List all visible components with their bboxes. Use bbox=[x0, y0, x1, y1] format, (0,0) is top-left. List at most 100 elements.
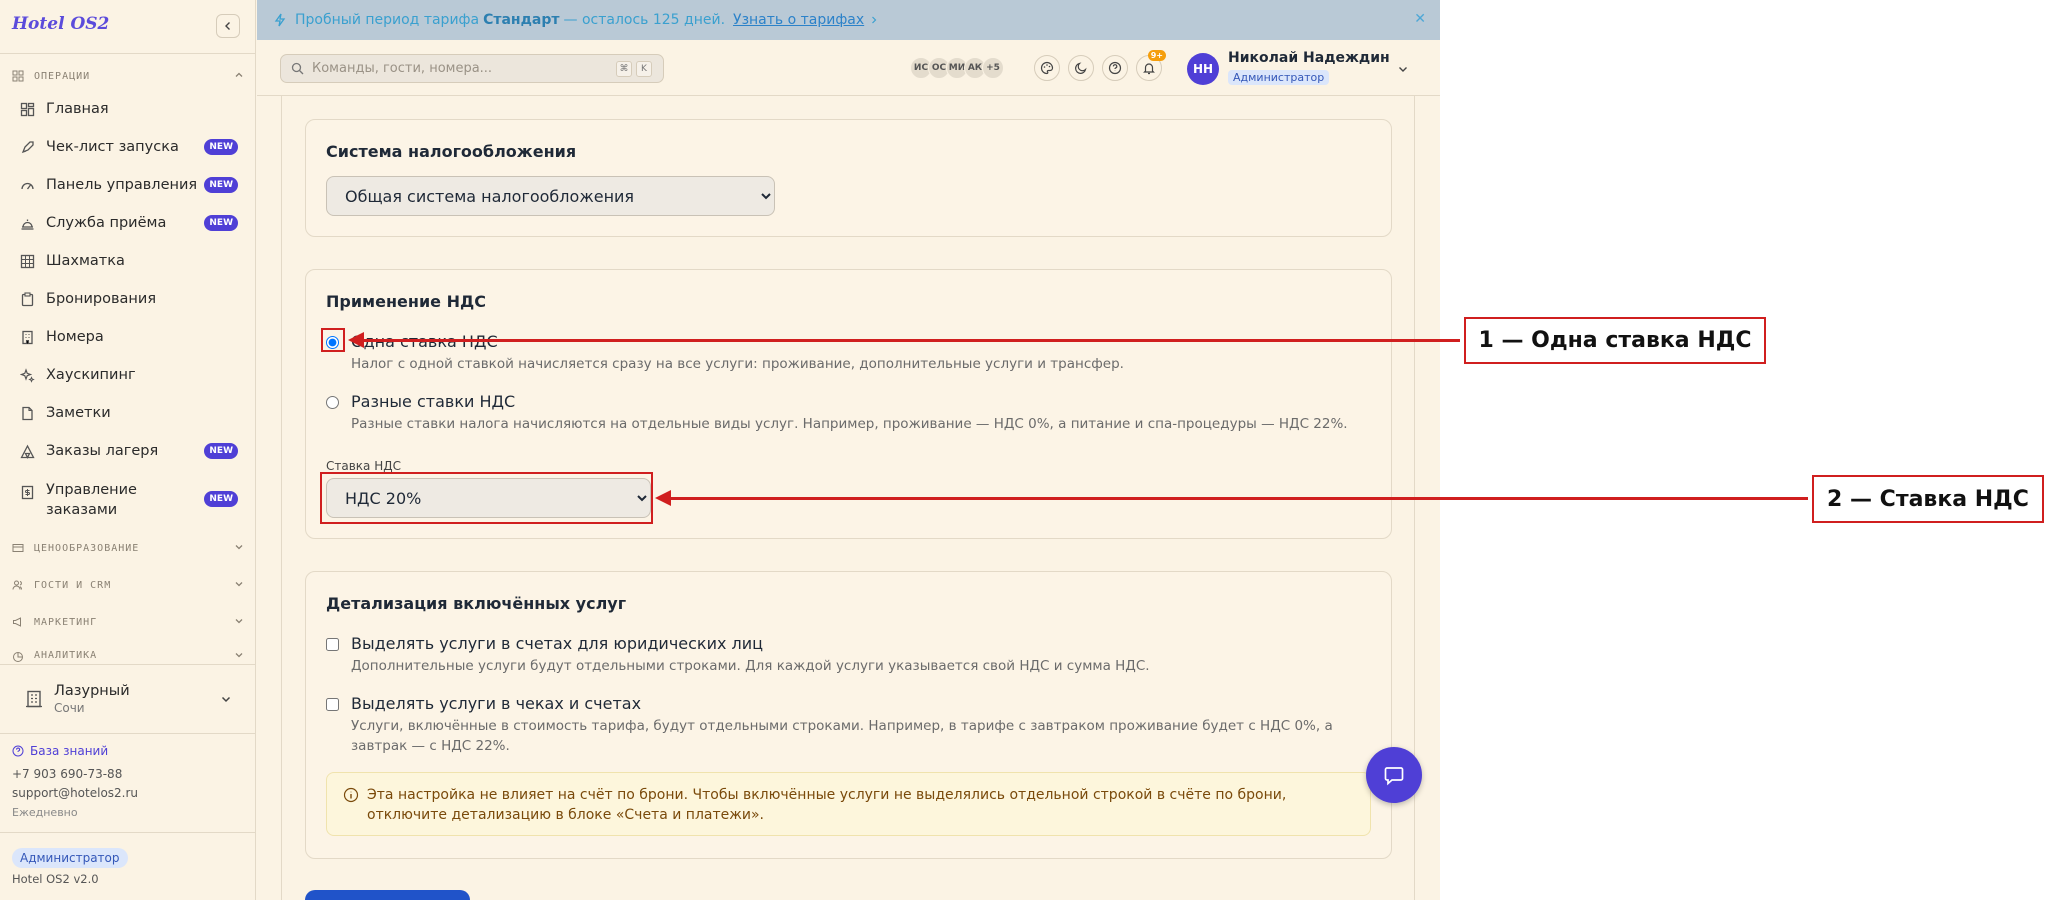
help-circle-icon bbox=[12, 745, 24, 757]
online-users[interactable]: ИС ОС МИ АК +5 bbox=[910, 57, 1004, 79]
rocket-icon bbox=[20, 139, 36, 155]
new-badge: NEW bbox=[204, 443, 238, 459]
sidebar-item-housekeeping[interactable]: Хаускипинг bbox=[10, 358, 246, 392]
credit-card-icon bbox=[12, 541, 26, 555]
search-input[interactable] bbox=[312, 61, 562, 76]
pie-chart-icon bbox=[12, 650, 26, 664]
sidebar: Hotel OS2 ОПЕРАЦИИ Главная Чек-лист запу… bbox=[0, 0, 256, 900]
sidebar-item-control-panel[interactable]: Панель управления NEW bbox=[10, 168, 246, 202]
vat-single-desc: Налог с одной ставкой начисляется сразу … bbox=[351, 356, 1124, 372]
megaphone-icon bbox=[12, 615, 26, 629]
hotel-city: Сочи bbox=[54, 701, 85, 715]
save-button[interactable] bbox=[305, 890, 470, 900]
annotation-box-1 bbox=[321, 328, 345, 352]
divider bbox=[0, 53, 256, 54]
info-icon bbox=[343, 787, 359, 803]
sidebar-item-launch-checklist[interactable]: Чек-лист запуска NEW bbox=[10, 130, 246, 164]
section-label: ОПЕРАЦИИ bbox=[34, 70, 91, 82]
sidebar-item-reception[interactable]: Служба приёма NEW bbox=[10, 206, 246, 240]
services-detail-title: Детализация включённых услуг bbox=[326, 594, 627, 613]
command-search[interactable]: ⌘ K bbox=[280, 54, 664, 83]
banner-link[interactable]: Узнать о тарифах bbox=[733, 12, 864, 28]
annotation-label-2: 2 — Ставка НДС bbox=[1812, 475, 2044, 523]
legal-entities-checkbox[interactable] bbox=[326, 638, 339, 651]
role-badge: Администратор bbox=[12, 848, 128, 868]
sidebar-item-order-management[interactable]: Управление заказами NEW bbox=[10, 476, 246, 522]
sidebar-item-bookings[interactable]: Бронирования bbox=[10, 282, 246, 316]
dark-mode-button[interactable] bbox=[1068, 55, 1094, 81]
support-phone[interactable]: +7 903 690-73-88 bbox=[12, 767, 122, 781]
sidebar-item-label: Заметки bbox=[46, 405, 111, 421]
receipts-label: Выделять услуги в чеках и счетах bbox=[351, 694, 642, 713]
chevron-up-icon bbox=[234, 70, 244, 83]
divider bbox=[0, 832, 256, 833]
chevron-down-icon bbox=[220, 690, 232, 709]
tax-system-select[interactable]: Общая система налогообложения bbox=[326, 176, 775, 216]
app-window: Hotel OS2 ОПЕРАЦИИ Главная Чек-лист запу… bbox=[0, 0, 1440, 900]
support-chat-button[interactable] bbox=[1366, 747, 1422, 803]
section-operations[interactable]: ОПЕРАЦИИ bbox=[12, 67, 244, 85]
sidebar-item-chessboard[interactable]: Шахматка bbox=[10, 244, 246, 278]
vat-multiple-desc: Разные ставки налога начисляются на отде… bbox=[351, 416, 1348, 432]
user-role-badge: Администратор bbox=[1228, 70, 1330, 85]
section-label: МАРКЕТИНГ bbox=[34, 616, 98, 628]
vat-title: Применение НДС bbox=[326, 292, 486, 311]
user-avatar[interactable]: НН bbox=[1187, 53, 1219, 85]
close-banner-icon[interactable]: ✕ bbox=[1414, 11, 1426, 27]
chevron-down-icon bbox=[234, 650, 244, 663]
help-circle-icon bbox=[1108, 61, 1122, 75]
help-button[interactable] bbox=[1102, 55, 1128, 81]
new-badge: NEW bbox=[204, 491, 238, 507]
collapse-sidebar-button[interactable] bbox=[216, 14, 240, 38]
chevron-down-icon bbox=[234, 579, 244, 592]
sidebar-item-label: Хаускипинг bbox=[46, 367, 136, 383]
users-icon bbox=[12, 578, 26, 592]
annotation-arrow-1 bbox=[362, 339, 1460, 342]
section-pricing[interactable]: ЦЕНООБРАЗОВАНИЕ bbox=[12, 539, 244, 557]
theme-palette-button[interactable] bbox=[1034, 55, 1060, 81]
notifications-button[interactable]: 9+ bbox=[1136, 50, 1166, 81]
sidebar-item-home[interactable]: Главная bbox=[10, 92, 246, 126]
receipt-icon bbox=[20, 484, 36, 500]
section-marketing[interactable]: МАРКЕТИНГ bbox=[12, 613, 244, 631]
legal-entities-option[interactable]: Выделять услуги в счетах для юридических… bbox=[326, 634, 1150, 676]
receipts-option[interactable]: Выделять услуги в чеках и счетах Услуги,… bbox=[326, 694, 1346, 756]
brand-logo: Hotel OS2 bbox=[12, 14, 110, 34]
tax-system-card: Система налогообложения Общая система на… bbox=[305, 119, 1392, 237]
sidebar-item-camp-orders[interactable]: Заказы лагеря NEW bbox=[10, 434, 246, 468]
section-guests-crm[interactable]: ГОСТИ И CRM bbox=[12, 576, 244, 594]
annotation-label-1: 1 — Одна ставка НДС bbox=[1464, 317, 1766, 364]
note-icon bbox=[20, 405, 36, 421]
annotation-arrowhead-2 bbox=[655, 490, 671, 506]
chevron-right-icon bbox=[870, 16, 878, 24]
sparkles-icon bbox=[20, 367, 36, 383]
user-name[interactable]: Николай Надеждин bbox=[1228, 50, 1390, 66]
support-email[interactable]: support@hotelos2.ru bbox=[12, 786, 138, 800]
chevron-down-icon[interactable] bbox=[1397, 60, 1409, 79]
chat-bubble-icon bbox=[1384, 767, 1404, 786]
receipts-checkbox[interactable] bbox=[326, 698, 339, 711]
sidebar-item-label: Чек-лист запуска bbox=[46, 139, 179, 155]
grid-icon bbox=[12, 69, 26, 83]
chevron-left-icon bbox=[225, 22, 230, 30]
chevron-down-icon bbox=[234, 542, 244, 555]
sidebar-item-notes[interactable]: Заметки bbox=[10, 396, 246, 430]
building-icon bbox=[20, 329, 36, 345]
dashboard-icon bbox=[20, 101, 36, 117]
sidebar-item-rooms[interactable]: Номера bbox=[10, 320, 246, 354]
knowledge-base-link[interactable]: База знаний bbox=[12, 744, 108, 758]
section-analytics[interactable]: АНАЛИТИКА bbox=[12, 650, 244, 664]
sidebar-item-label: Номера bbox=[46, 329, 104, 345]
notification-count: 9+ bbox=[1147, 50, 1166, 61]
info-notice: Эта настройка не влияет на счёт по брони… bbox=[326, 772, 1371, 836]
table-grid-icon bbox=[20, 253, 36, 269]
vat-multiple-option[interactable]: Разные ставки НДС Разные ставки налога н… bbox=[326, 392, 1348, 434]
trial-banner: Пробный период тарифа Стандарт — осталос… bbox=[257, 0, 1440, 40]
legal-entities-desc: Дополнительные услуги будут отдельными с… bbox=[351, 658, 1150, 674]
vat-multiple-radio[interactable] bbox=[326, 396, 339, 409]
moon-icon bbox=[1075, 62, 1087, 74]
chevron-down-icon bbox=[234, 616, 244, 629]
hotel-selector[interactable]: Лазурный Сочи bbox=[12, 676, 244, 722]
support-schedule: Ежедневно bbox=[12, 806, 78, 819]
new-badge: NEW bbox=[204, 177, 238, 193]
